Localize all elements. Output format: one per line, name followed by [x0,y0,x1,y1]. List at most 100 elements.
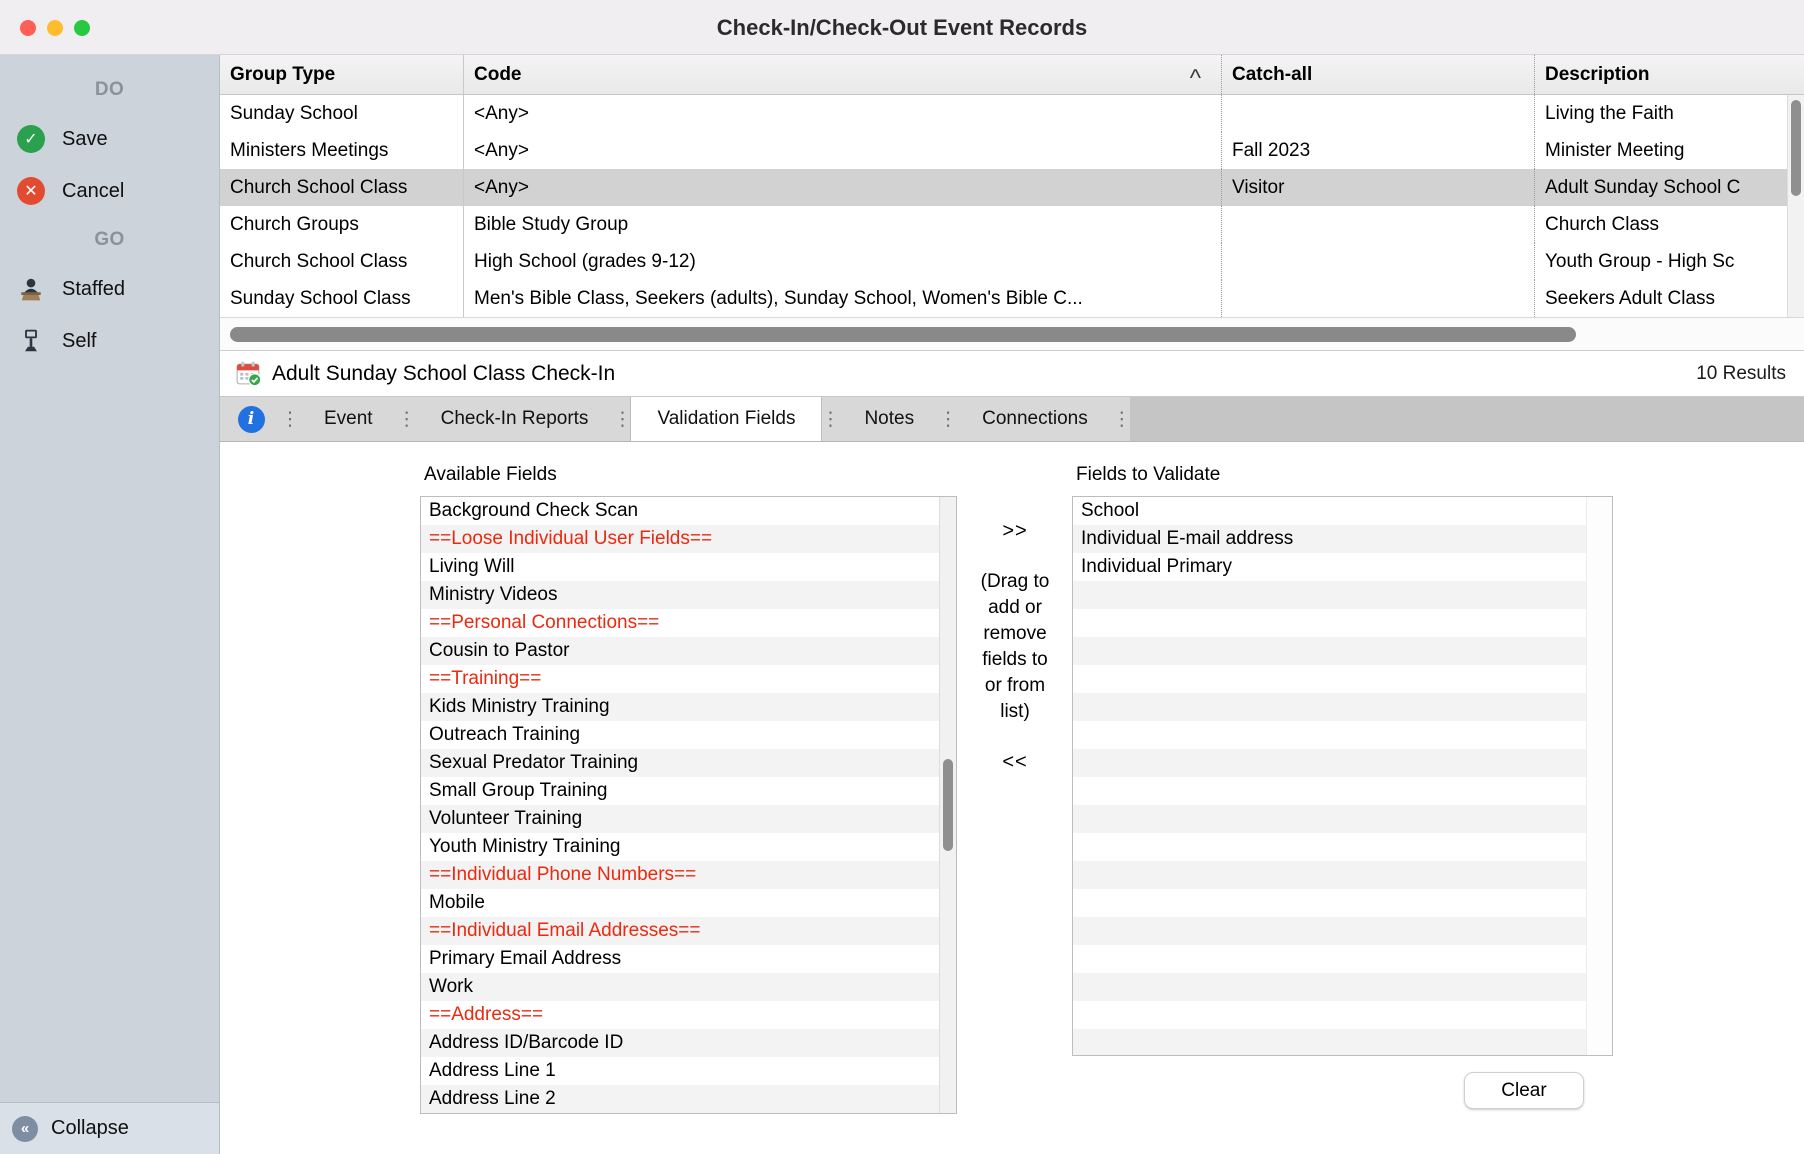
available-field-item[interactable]: Address ID/Barcode ID [421,1029,939,1057]
column-header-group-type[interactable]: Group Type [220,55,463,94]
clear-button[interactable]: Clear [1464,1072,1584,1109]
tab-label[interactable]: Notes [838,397,940,441]
tab-label[interactable]: Event [298,397,399,441]
available-field-item[interactable]: Primary Email Address [421,945,939,973]
collapse-button[interactable]: « Collapse [0,1102,219,1154]
available-field-item[interactable]: Work [421,973,939,1001]
available-field-item[interactable]: Volunteer Training [421,805,939,833]
available-field-item[interactable]: Youth Ministry Training [421,833,939,861]
available-field-item[interactable]: Sexual Predator Training [421,749,939,777]
available-field-item[interactable]: Living Will [421,553,939,581]
table-row[interactable]: Ministers Meetings <Any> Fall 2023 Minis… [220,132,1804,169]
validate-field-item[interactable]: School [1073,497,1586,525]
validate-field-item[interactable]: Individual E-mail address [1073,525,1586,553]
transfer-controls: >> (Drag to add or remove fields to or f… [962,498,1068,774]
available-field-item-label: Cousin to Pastor [429,640,569,661]
cell-catch-all [1221,280,1534,317]
drag-hint-text: (Drag to add or remove fields to or from… [978,569,1052,725]
event-records-table: Group Type Code ^ Catch-all Description … [220,55,1804,317]
cell-code: High School (grades 9-12) [463,243,1221,280]
table-vertical-scrollbar[interactable] [1787,95,1804,317]
validate-field-item-label: Individual E-mail address [1081,528,1293,549]
tab-separator-dots-icon: ⋮ [822,397,838,441]
add-fields-button[interactable]: >> [962,520,1068,543]
calendar-check-icon [234,360,262,388]
available-field-item-label: Living Will [429,556,515,577]
tab[interactable]: Notes ⋮ [838,397,956,441]
available-field-item[interactable]: ==Loose Individual User Fields== [421,525,939,553]
self-button[interactable]: Self [0,315,219,367]
available-field-item[interactable]: Ministry Videos [421,581,939,609]
record-header: Adult Sunday School Class Check-In 10 Re… [220,351,1804,397]
available-field-item[interactable]: Small Group Training [421,777,939,805]
cell-group-type: Ministers Meetings [220,132,463,169]
fields-to-validate-list[interactable]: School Individual E-mail address Individ… [1072,496,1613,1056]
tab-separator-dots-icon: ⋮ [1114,397,1130,441]
tab-label[interactable]: Check-In Reports [415,397,615,441]
available-field-item[interactable]: ==Individual Email Addresses== [421,917,939,945]
cell-code: <Any> [463,132,1221,169]
available-field-item[interactable]: Address Line 1 [421,1057,939,1085]
table-row[interactable]: Sunday School Class Men's Bible Class, S… [220,280,1804,317]
available-field-item[interactable]: ==Address== [421,1001,939,1029]
table-vertical-scrollbar-thumb[interactable] [1791,100,1801,196]
cell-code: Men's Bible Class, Seekers (adults), Sun… [463,280,1221,317]
available-field-item[interactable]: ==Individual Phone Numbers== [421,861,939,889]
available-field-item[interactable]: ==Training== [421,665,939,693]
available-field-item-label: Volunteer Training [429,808,582,829]
table-row[interactable]: Church School Class <Any> Visitor Adult … [220,169,1804,206]
self-label: Self [62,330,96,353]
available-field-item-label: Youth Ministry Training [429,836,621,857]
column-header-description[interactable]: Description [1534,55,1804,94]
cell-description: Minister Meeting [1534,132,1804,169]
available-field-item[interactable]: Outreach Training [421,721,939,749]
available-field-item[interactable]: Cousin to Pastor [421,637,939,665]
table-row[interactable]: Sunday School <Any> Living the Faith [220,95,1804,132]
info-tab[interactable]: i [220,397,282,441]
sort-ascending-icon: ^ [1190,65,1211,93]
staffed-desk-person-icon [17,275,45,303]
cell-catch-all [1221,243,1534,280]
tab[interactable]: Validation Fields ⋮ [630,397,838,441]
tab[interactable]: Event ⋮ [298,397,415,441]
available-field-item-label: ==Individual Phone Numbers== [429,864,696,885]
titlebar: Check-In/Check-Out Event Records [0,0,1804,55]
available-field-item[interactable]: ==Personal Connections== [421,609,939,637]
self-kiosk-icon [17,327,45,355]
table-row[interactable]: Church Groups Bible Study Group Church C… [220,206,1804,243]
available-field-item[interactable]: Background Check Scan [421,497,939,525]
column-header-code[interactable]: Code ^ [463,55,1221,94]
available-field-item-label: Mobile [429,892,485,913]
available-field-item-label: ==Address== [429,1004,543,1025]
staffed-button[interactable]: Staffed [0,263,219,315]
tab[interactable]: Check-In Reports ⋮ [415,397,631,441]
available-field-item[interactable]: Address Line 2 [421,1085,939,1113]
save-button[interactable]: ✓ Save [0,113,219,165]
table-row[interactable]: Church School Class High School (grades … [220,243,1804,280]
do-section-header: DO [0,67,219,113]
cell-catch-all [1221,95,1534,132]
save-label: Save [62,128,108,151]
table-horizontal-scrollbar-thumb[interactable] [230,327,1576,342]
tab-label[interactable]: Validation Fields [630,397,822,441]
cancel-x-icon: ✕ [17,177,45,205]
remove-fields-button[interactable]: << [962,751,1068,774]
cell-description: Seekers Adult Class [1534,280,1804,317]
tab[interactable]: Connections ⋮ [956,397,1130,441]
cell-group-type: Church School Class [220,243,463,280]
available-list-scrollbar[interactable] [939,497,956,1113]
cell-group-type: Sunday School [220,95,463,132]
cell-group-type: Church School Class [220,169,463,206]
available-fields-list[interactable]: Background Check Scan ==Loose Individual… [420,496,957,1114]
validate-field-item[interactable]: Individual Primary [1073,553,1586,581]
tab-label[interactable]: Connections [956,397,1114,441]
cancel-button[interactable]: ✕ Cancel [0,165,219,217]
available-field-item[interactable]: Kids Ministry Training [421,693,939,721]
available-list-scrollbar-thumb[interactable] [943,759,953,851]
cell-code: <Any> [463,95,1221,132]
available-field-item-label: Address ID/Barcode ID [429,1032,623,1053]
available-field-item[interactable]: Mobile [421,889,939,917]
column-header-catch-all[interactable]: Catch-all [1221,55,1534,94]
table-horizontal-scrollbar[interactable] [220,317,1804,351]
validate-list-scrollbar[interactable] [1586,497,1612,1055]
